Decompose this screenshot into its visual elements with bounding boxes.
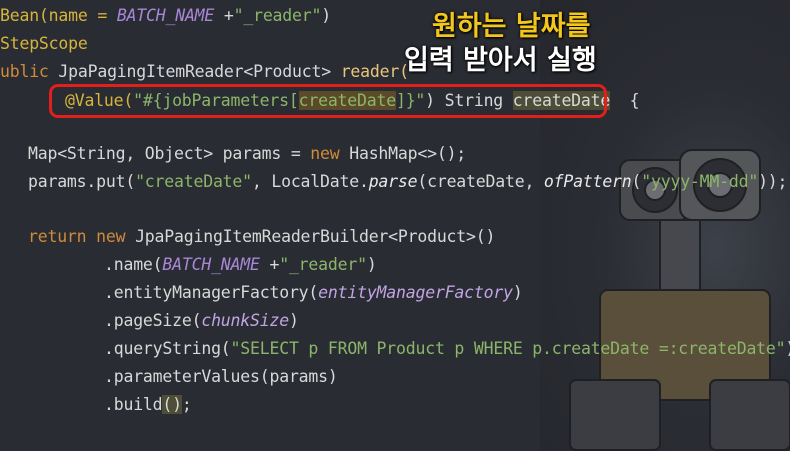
code-line-2: StepScope <box>0 34 88 53</box>
code-line-6: params.put("createDate", LocalDate.parse… <box>28 172 788 191</box>
code-editor: Bean(name = BATCH_NAME +"_reader") StepS… <box>0 0 790 451</box>
code-line-12: .parameterValues(params) <box>104 367 338 386</box>
caption-line-2: 입력 받아서 실행 <box>404 45 597 76</box>
code-line-9: .entityManagerFactory(entityManagerFacto… <box>104 283 523 302</box>
highlight-box <box>49 84 607 118</box>
code-line-7: return new JpaPagingItemReaderBuilder<Pr… <box>28 227 496 246</box>
code-line-10: .pageSize(chunkSize) <box>104 311 299 330</box>
code-line-1: Bean(name = BATCH_NAME +"_reader") <box>0 6 331 25</box>
code-line-11: .queryString("SELECT p FROM Product p WH… <box>104 339 790 358</box>
code-line-5: Map<String, Object> params = new HashMap… <box>28 144 467 163</box>
code-line-3: ublic JpaPagingItemReader<Product> reade… <box>0 62 409 81</box>
code-line-8: .name(BATCH_NAME +"_reader") <box>104 255 377 274</box>
code-line-13: .build(); <box>104 395 192 414</box>
